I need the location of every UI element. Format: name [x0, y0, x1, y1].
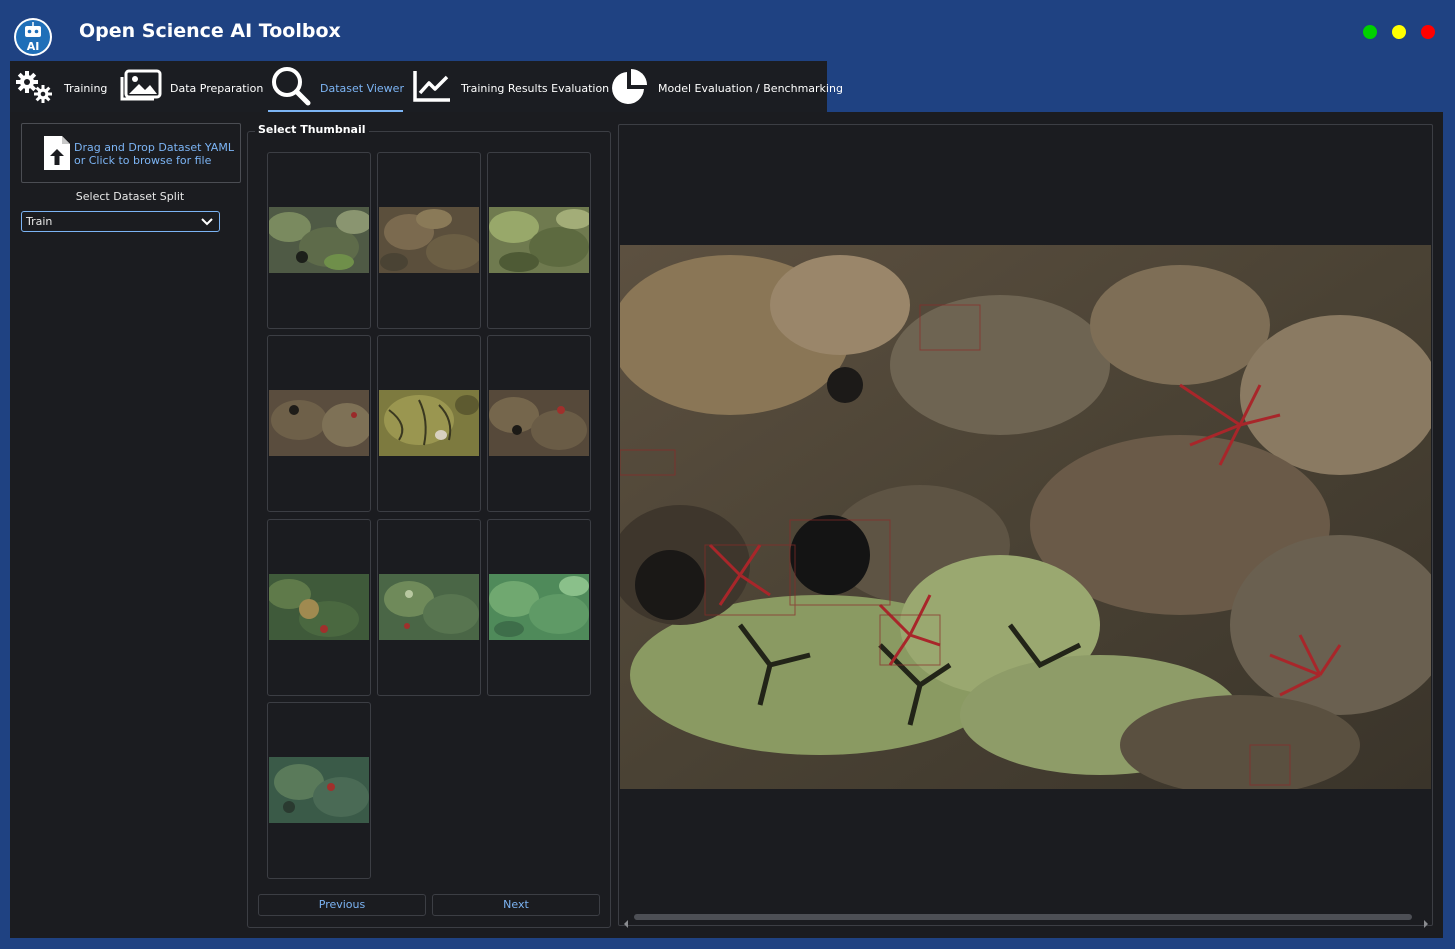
thumbnail-card[interactable]: [377, 335, 481, 512]
maximize-button[interactable]: [1363, 25, 1377, 39]
thumbnail-card[interactable]: [487, 519, 591, 696]
thumbnail-card[interactable]: [377, 519, 481, 696]
title-bar: AI Open Science AI Toolbox: [0, 0, 1455, 62]
minimize-button[interactable]: [1392, 25, 1406, 39]
thumbnail-card[interactable]: [267, 152, 371, 329]
split-label: Select Dataset Split: [75, 190, 185, 203]
file-upload-icon: [43, 135, 71, 175]
tab-model-evaluation[interactable]: Model Evaluation / Benchmarking: [608, 61, 843, 112]
app-title: Open Science AI Toolbox: [79, 20, 341, 42]
robot-logo-icon: AI: [14, 18, 52, 56]
thumbnail-image: [489, 207, 589, 273]
tab-data-preparation[interactable]: Data Preparation: [114, 61, 266, 112]
thumbnail-group-title: Select Thumbnail: [255, 123, 369, 136]
thumbnail-card[interactable]: [267, 519, 371, 696]
dataset-image: [620, 245, 1431, 789]
logo-text: AI: [27, 40, 40, 53]
gears-icon: [14, 69, 56, 109]
thumbnail-image: [379, 207, 479, 273]
yaml-dropzone[interactable]: Drag and Drop Dataset YAML or Click to b…: [21, 123, 241, 183]
thumbnail-image: [489, 574, 589, 640]
tab-training[interactable]: Training: [10, 61, 114, 112]
tab-label: Training Results Evaluation: [461, 82, 610, 95]
scroll-left-icon[interactable]: [623, 913, 629, 932]
close-button[interactable]: [1421, 25, 1435, 39]
thumbnail-card[interactable]: [487, 152, 591, 329]
next-button[interactable]: Next: [432, 894, 600, 916]
tab-label: Model Evaluation / Benchmarking: [658, 82, 843, 95]
line-chart-icon: [412, 69, 452, 107]
scrollbar-thumb[interactable]: [634, 914, 1412, 920]
thumbnail-image: [269, 390, 369, 456]
search-icon: [270, 65, 312, 111]
scroll-right-icon[interactable]: [1423, 913, 1429, 932]
tab-label: Data Preparation: [170, 82, 264, 95]
tab-label: Training: [64, 82, 108, 95]
pie-chart-icon: [610, 68, 650, 110]
thumbnail-image: [269, 757, 369, 823]
horizontal-scrollbar[interactable]: [621, 911, 1431, 928]
tab-dataset-viewer[interactable]: Dataset Viewer: [268, 61, 404, 112]
tab-training-results-evaluation[interactable]: Training Results Evaluation: [408, 61, 609, 112]
thumbnail-card[interactable]: [487, 335, 591, 512]
thumbnail-card[interactable]: [267, 702, 371, 879]
tab-bar: Training Data Preparation Dataset Viewer: [10, 61, 843, 112]
thumbnail-card[interactable]: [267, 335, 371, 512]
tab-label: Dataset Viewer: [320, 82, 404, 95]
split-value: Train: [26, 215, 53, 228]
thumbnail-image: [269, 574, 369, 640]
previous-button[interactable]: Previous: [258, 894, 426, 916]
thumbnail-card[interactable]: [377, 152, 481, 329]
thumbnail-image: [489, 390, 589, 456]
dataset-split-select[interactable]: Train: [21, 211, 220, 232]
thumbnail-image: [379, 574, 479, 640]
thumbnail-image: [269, 207, 369, 273]
thumbnail-image: [379, 390, 479, 456]
images-icon: [120, 69, 162, 107]
dropzone-line1: Drag and Drop Dataset YAML: [74, 141, 234, 154]
chevron-down-icon: [200, 215, 214, 234]
dropzone-line2: or Click to browse for file: [74, 154, 212, 167]
